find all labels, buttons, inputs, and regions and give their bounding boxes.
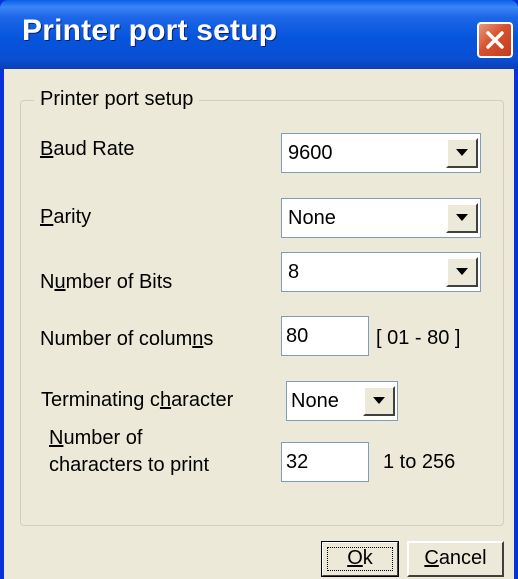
chars-to-print-range-label: 1 to 256 bbox=[383, 451, 456, 473]
terminating-char-select[interactable]: None bbox=[286, 381, 398, 421]
bits-select[interactable]: 8 bbox=[281, 252, 481, 292]
close-button[interactable] bbox=[477, 22, 513, 58]
chevron-down-icon bbox=[456, 268, 468, 275]
cancel-button[interactable]: Cancel bbox=[407, 541, 504, 577]
columns-label: Number of columns bbox=[40, 328, 214, 350]
chars-to-print-label-line1: Number of bbox=[49, 427, 143, 449]
ok-button[interactable]: Ok bbox=[321, 541, 399, 577]
chevron-down-icon bbox=[456, 214, 468, 221]
terminating-char-label: Terminating character bbox=[41, 389, 234, 411]
close-icon bbox=[486, 31, 504, 49]
baud-rate-dropdown-button[interactable] bbox=[446, 138, 478, 168]
parity-select[interactable]: None bbox=[281, 198, 481, 238]
chars-to-print-input[interactable]: 32 bbox=[281, 442, 369, 482]
baud-rate-label: Baud Rate bbox=[40, 138, 135, 160]
bits-label: Number of Bits bbox=[40, 271, 173, 293]
parity-label: Parity bbox=[40, 206, 92, 228]
terminating-char-value: None bbox=[291, 390, 339, 412]
group-title: Printer port setup bbox=[34, 88, 200, 111]
bits-dropdown-button[interactable] bbox=[446, 257, 478, 287]
chevron-down-icon bbox=[373, 397, 385, 404]
columns-value: 80 bbox=[286, 325, 309, 347]
columns-input[interactable]: 80 bbox=[281, 316, 369, 356]
terminating-char-dropdown-button[interactable] bbox=[363, 386, 395, 416]
focus-rectangle bbox=[327, 547, 393, 571]
parity-dropdown-button[interactable] bbox=[446, 203, 478, 233]
chars-to-print-label-line2: characters to print bbox=[49, 454, 210, 476]
dialog-client-area: Printer port setup Baud Rate 9600 Parity… bbox=[4, 69, 514, 579]
columns-range-label: [ 01 - 80 ] bbox=[376, 327, 461, 349]
dialog-window: Printer port setup Printer port setup Ba… bbox=[0, 0, 518, 579]
parity-value: None bbox=[288, 207, 336, 229]
window-title: Printer port setup bbox=[22, 14, 278, 47]
title-bar[interactable]: Printer port setup bbox=[0, 0, 518, 69]
bits-value: 8 bbox=[288, 261, 300, 283]
chars-to-print-value: 32 bbox=[286, 451, 309, 473]
baud-rate-select[interactable]: 9600 bbox=[281, 133, 481, 173]
chevron-down-icon bbox=[456, 149, 468, 156]
baud-rate-value: 9600 bbox=[288, 142, 333, 164]
